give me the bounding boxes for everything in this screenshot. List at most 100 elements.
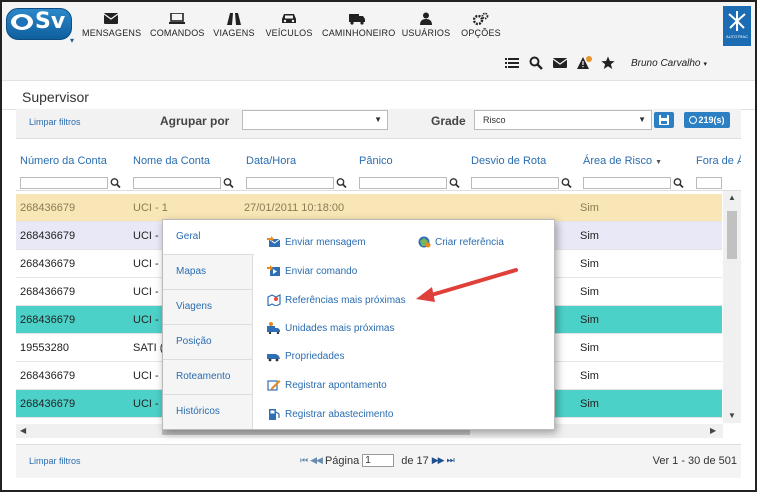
group-by-select[interactable]: ▼ <box>242 110 388 130</box>
page-header: Supervisor <box>2 80 755 110</box>
context-menu: Geral Mapas Viagens Posição Roteamento H… <box>162 219 555 430</box>
next-page-icon[interactable]: ▶▶ <box>432 455 445 466</box>
tab-mapas[interactable]: Mapas <box>163 255 253 290</box>
column-header-outside-area[interactable]: Fora de Á <box>696 155 741 167</box>
grade-select[interactable]: Risco ▼ <box>474 110 652 130</box>
nav-mensagens[interactable]: MENSAGENS <box>82 10 142 46</box>
column-header-panic[interactable]: Pânico <box>359 155 393 167</box>
cell-account-number: 268436679 <box>20 230 76 242</box>
logo-text: Sv <box>35 9 66 34</box>
alert-count-button[interactable]: 219(s) <box>684 112 730 128</box>
menu-item-label: Unidades mais próximas <box>285 322 395 334</box>
clear-filters-link[interactable]: Limpar filtros <box>29 117 81 127</box>
cell-account-name: UCI - <box>133 286 159 298</box>
cell-risk-area: Sim <box>580 370 599 382</box>
menu-item-label: Referências mais próximas <box>285 294 406 306</box>
cell-account-name: UCI - <box>133 370 159 382</box>
menu-item-properties[interactable]: Propriedades <box>267 350 344 362</box>
last-page-icon[interactable]: ⏭ <box>447 455 455 466</box>
app-logo[interactable]: Sv ▾ <box>6 6 75 45</box>
cell-risk-area: Sim <box>580 202 599 214</box>
filter-input-risk-area[interactable] <box>583 177 671 189</box>
filter-input-account-name[interactable] <box>133 177 221 189</box>
column-header-account-name[interactable]: Nome da Conta <box>133 155 210 167</box>
search-icon[interactable] <box>336 177 347 189</box>
scroll-left-icon[interactable]: ◀ <box>20 426 26 435</box>
menu-item-register-note[interactable]: Registrar apontamento <box>267 379 387 391</box>
menu-item-label: Enviar mensagem <box>285 236 366 248</box>
nav-comandos[interactable]: COMANDOS <box>150 10 204 46</box>
cell-risk-area: Sim <box>580 398 599 410</box>
envelope-icon <box>82 10 140 28</box>
tab-roteamento[interactable]: Roteamento <box>163 360 253 395</box>
nav-label: COMANDOS <box>150 28 205 38</box>
alert-icon[interactable] <box>577 56 592 70</box>
column-header-account-number[interactable]: Número da Conta <box>20 155 107 167</box>
user-icon <box>400 10 452 28</box>
nav-opcoes[interactable]: OPÇÕES <box>458 10 504 46</box>
scroll-down-icon[interactable]: ▼ <box>728 411 736 420</box>
menu-item-send-message[interactable]: Enviar mensagem <box>267 236 366 248</box>
page-title: Supervisor <box>22 89 89 105</box>
filter-input-outside-area[interactable] <box>696 177 722 189</box>
menu-item-nearest-units[interactable]: Unidades mais próximas <box>267 322 395 335</box>
group-by-label: Agrupar por <box>160 114 230 128</box>
search-icon[interactable] <box>529 56 543 70</box>
first-page-icon[interactable]: ⏮ <box>300 455 308 466</box>
column-header-risk-area[interactable]: Área de Risco ▼ <box>583 155 662 167</box>
menu-item-label: Registrar apontamento <box>285 379 387 391</box>
menu-item-create-reference[interactable]: Criar referência <box>417 236 504 248</box>
search-icon[interactable] <box>561 177 572 189</box>
cell-risk-area: Sim <box>580 286 599 298</box>
column-header-route-deviation[interactable]: Desvio de Rota <box>471 155 546 167</box>
search-icon[interactable] <box>449 177 460 189</box>
cell-account-name: UCI - 1 <box>133 202 168 214</box>
nav-viagens[interactable]: VIAGENS <box>212 10 256 46</box>
send-message-icon <box>267 236 281 248</box>
nav-veiculos[interactable]: VEÍCULOS <box>264 10 314 46</box>
pagination: ⏮ ◀◀ Página 1 de 17 ▶▶ ⏭ <box>300 454 455 467</box>
clear-filters-link[interactable]: Limpar filtros <box>29 456 81 466</box>
filter-input-account-number[interactable] <box>20 177 108 189</box>
menu-item-register-fuel[interactable]: Registrar abastecimento <box>267 408 393 420</box>
gears-icon <box>458 10 504 28</box>
save-button[interactable] <box>654 112 674 128</box>
tab-viagens[interactable]: Viagens <box>163 290 253 325</box>
menu-item-nearest-references[interactable]: Referências mais próximas <box>267 294 406 307</box>
cell-risk-area: Sim <box>580 230 599 242</box>
vertical-scroll-thumb[interactable] <box>727 211 737 259</box>
road-icon <box>212 10 256 28</box>
autotrac-logo-icon <box>728 11 746 31</box>
previous-page-icon[interactable]: ◀◀ <box>310 455 323 466</box>
nav-label: MENSAGENS <box>82 28 142 38</box>
table-row[interactable]: 268436679 UCI - 1 27/01/2011 10:18:00 Si… <box>16 194 722 222</box>
nav-caminhoneiro[interactable]: CAMINHONEIRO <box>322 10 395 46</box>
envelope-icon[interactable] <box>552 56 568 70</box>
column-header-datetime[interactable]: Data/Hora <box>246 155 296 167</box>
nav-usuarios[interactable]: USUÁRIOS <box>400 10 452 46</box>
scroll-right-icon[interactable]: ▶ <box>710 426 716 435</box>
star-icon[interactable] <box>601 56 615 70</box>
search-icon[interactable] <box>223 177 234 189</box>
tab-posicao[interactable]: Posição <box>163 325 253 360</box>
top-navigation: Sv ▾ MENSAGENS COMANDOS VIAGENS VEÍCULOS… <box>2 2 755 80</box>
filter-input-datetime[interactable] <box>246 177 334 189</box>
cell-account-number: 268436679 <box>20 314 76 326</box>
menu-item-send-command[interactable]: Enviar comando <box>267 265 357 277</box>
search-icon[interactable] <box>110 177 121 189</box>
filter-input-panic[interactable] <box>359 177 447 189</box>
brand-text: AUTOTRAC <box>726 34 748 39</box>
vertical-scrollbar[interactable]: ▲ ▼ <box>723 191 741 423</box>
scroll-up-icon[interactable]: ▲ <box>728 193 736 202</box>
user-menu[interactable]: Bruno Carvalho ▾ <box>631 58 707 69</box>
register-note-icon <box>267 379 281 391</box>
record-count: Ver 1 - 30 de 501 <box>652 455 737 467</box>
tab-geral[interactable]: Geral <box>163 220 254 255</box>
tab-historicos[interactable]: Históricos <box>163 395 253 430</box>
column-header-label: Área de Risco <box>583 155 653 167</box>
filter-input-route-deviation[interactable] <box>471 177 559 189</box>
logo-chevron-down-icon: ▾ <box>70 36 75 45</box>
list-icon[interactable] <box>505 56 519 70</box>
search-icon[interactable] <box>673 177 684 189</box>
page-number-input[interactable]: 1 <box>362 454 395 467</box>
